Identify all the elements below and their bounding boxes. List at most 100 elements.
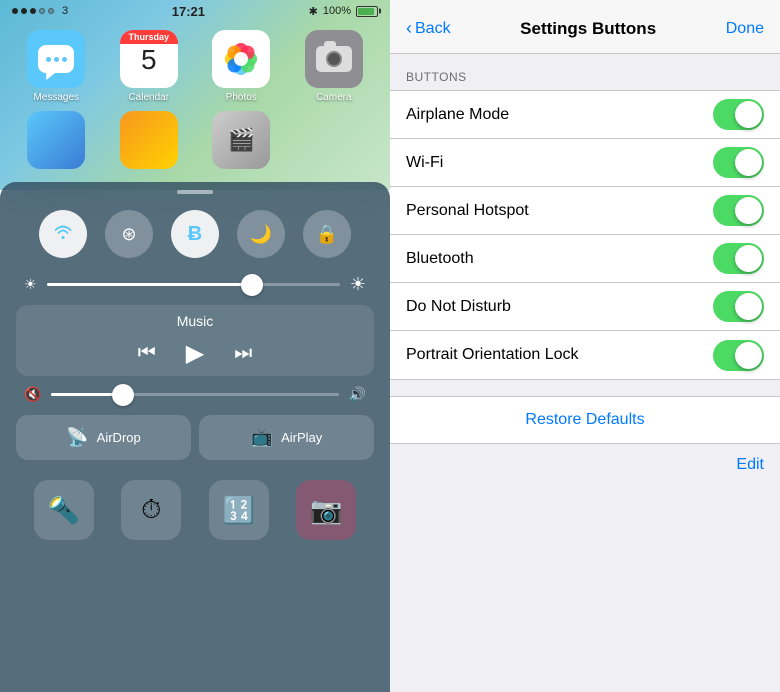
cc-airdrop-button[interactable]: 📡 AirDrop [16, 415, 191, 460]
signal-dot-3 [30, 8, 36, 14]
signal-dot-4 [39, 8, 45, 14]
calendar-app-icon-img: Thursday 5 [120, 30, 178, 88]
cc-timer-button[interactable]: ⏱ [121, 480, 181, 540]
cc-play-button[interactable]: ▶ [186, 339, 204, 368]
settings-row-wifi: Wi-Fi [390, 139, 780, 187]
flashlight-icon: 🔦 [48, 495, 80, 526]
status-time: 17:21 [172, 4, 205, 19]
cc-next-button[interactable]: ⏭ [234, 342, 252, 365]
restore-defaults-label: Restore Defaults [525, 411, 644, 429]
signal-dot-5 [48, 8, 54, 14]
camera-body [316, 46, 352, 72]
app-icon-partial-4[interactable] [299, 111, 369, 183]
volume-slider-thumb[interactable] [112, 384, 134, 406]
message-dots [46, 57, 67, 62]
app-icon-camera[interactable]: Camera [299, 30, 369, 103]
homescreen: 3 17:21 ✱ 100% [0, 0, 390, 190]
wifi-toggle[interactable] [713, 147, 764, 178]
airdrop-label: AirDrop [97, 430, 141, 445]
calendar-day: 5 [141, 46, 157, 74]
cc-bluetooth-toggle[interactable]: Ƀ [171, 210, 219, 258]
messages-icon [27, 30, 85, 88]
dnd-toggle-thumb [735, 293, 762, 320]
camera-app-icon-img [305, 30, 363, 88]
airdrop-icon: 📡 [66, 427, 88, 448]
settings-row-orientation-lock: Portrait Orientation Lock [390, 331, 780, 379]
bluetooth-status-icon: ✱ [309, 5, 318, 18]
settings-nav-bar: ‹ Back Settings Buttons Done [390, 0, 780, 54]
left-panel: 3 17:21 ✱ 100% [0, 0, 390, 692]
moon-icon: 🌙 [250, 224, 272, 245]
signal-dot-1 [12, 8, 18, 14]
app-icon-calendar[interactable]: Thursday 5 Calendar [114, 30, 184, 103]
hotspot-label: Personal Hotspot [406, 202, 529, 220]
calendar-label: Calendar [128, 92, 169, 103]
app-icon-partial-2[interactable] [114, 111, 184, 183]
nav-back-label: Back [415, 20, 451, 38]
hotspot-toggle[interactable] [713, 195, 764, 226]
cc-flashlight-button[interactable]: 🔦 [34, 480, 94, 540]
app-icon-messages[interactable]: Messages [21, 30, 91, 103]
orientation-lock-toggle-thumb [735, 342, 762, 369]
camera-label: Camera [316, 92, 352, 103]
cc-camera-quick-button[interactable]: 📷 [296, 480, 356, 540]
brightness-slider-thumb[interactable] [241, 274, 263, 296]
airplay-icon: 📺 [251, 427, 273, 448]
dnd-label: Do Not Disturb [406, 298, 511, 316]
battery-percentage: 100% [323, 5, 351, 17]
cc-bottom-buttons: 📡 AirDrop 📺 AirPlay [16, 415, 374, 460]
cc-rotation-toggle[interactable]: 🔒 [303, 210, 351, 258]
wifi-label: Wi-Fi [406, 154, 443, 172]
back-chevron-icon: ‹ [406, 18, 412, 39]
settings-row-airplane-mode: Airplane Mode [390, 91, 780, 139]
cc-quick-actions: 🔦 ⏱ 🔢 📷 [0, 470, 390, 550]
volume-high-icon: 🔊 [349, 386, 366, 403]
settings-row-hotspot: Personal Hotspot [390, 187, 780, 235]
battery-fill [358, 8, 374, 15]
dnd-toggle[interactable] [713, 291, 764, 322]
bluetooth-toggle-thumb [735, 245, 762, 272]
airplane-mode-toggle-thumb [735, 101, 762, 128]
messages-app-icon-img [27, 30, 85, 88]
restore-defaults-button[interactable]: Restore Defaults [390, 396, 780, 444]
wifi-svg [52, 220, 74, 242]
app-icon-partial-3[interactable]: 🎬 [206, 111, 276, 183]
hotspot-toggle-thumb [735, 197, 762, 224]
msg-dot-3 [62, 57, 67, 62]
nav-title: Settings Buttons [520, 19, 656, 39]
cc-prev-button[interactable]: ⏮ [138, 342, 156, 365]
brightness-high-icon: ☀ [350, 274, 366, 295]
cc-music-title: Music [32, 313, 358, 329]
orientation-lock-label: Portrait Orientation Lock [406, 346, 579, 364]
cc-chain-toggle[interactable]: ⊛ [105, 210, 153, 258]
brightness-slider-fill [47, 283, 252, 286]
photos-icon [212, 30, 270, 88]
cc-dnd-toggle[interactable]: 🌙 [237, 210, 285, 258]
partial-app-1 [27, 111, 85, 169]
app-icon-photos[interactable]: Photos [206, 30, 276, 103]
nav-back-button[interactable]: ‹ Back [406, 18, 451, 39]
brightness-low-icon: ☀ [24, 276, 37, 293]
volume-slider-track[interactable] [51, 393, 338, 396]
cc-airplay-button[interactable]: 📺 AirPlay [199, 415, 374, 460]
app-icons-row-2: 🎬 [0, 107, 390, 187]
edit-button[interactable]: Edit [736, 456, 764, 474]
airplay-label: AirPlay [281, 430, 322, 445]
cc-music-controls: ⏮ ▶ ⏭ [32, 339, 358, 368]
cc-calculator-button[interactable]: 🔢 [209, 480, 269, 540]
bluetooth-icon: Ƀ [188, 223, 202, 246]
app-icon-partial-1[interactable] [21, 111, 91, 183]
chain-icon: ⊛ [121, 224, 136, 245]
messages-label: Messages [33, 92, 79, 103]
right-panel: ‹ Back Settings Buttons Done BUTTONS Air… [390, 0, 780, 692]
bluetooth-label: Bluetooth [406, 250, 474, 268]
cc-wifi-toggle[interactable] [39, 210, 87, 258]
airplane-mode-toggle[interactable] [713, 99, 764, 130]
bluetooth-toggle[interactable] [713, 243, 764, 274]
brightness-slider-track[interactable] [47, 283, 340, 286]
rotation-lock-icon: 🔒 [316, 224, 338, 245]
photos-app-icon-img [212, 30, 270, 88]
timer-icon: ⏱ [141, 494, 161, 526]
orientation-lock-toggle[interactable] [713, 340, 764, 371]
nav-done-button[interactable]: Done [726, 20, 764, 38]
